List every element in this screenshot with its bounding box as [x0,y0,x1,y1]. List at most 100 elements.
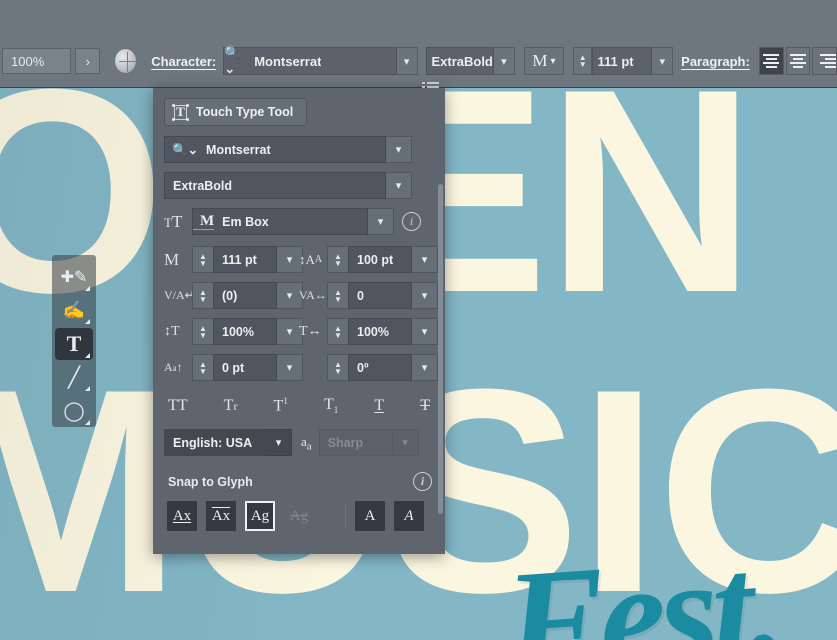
type-tool[interactable]: T [55,328,93,360]
character-panel-label[interactable]: Character: [151,54,216,69]
snap-italic-angle-button[interactable]: A [394,501,424,531]
snap-to-glyph-info-icon[interactable]: i [413,472,432,491]
pen-icon: ✍ [63,300,85,321]
vertical-scale-input[interactable]: 100% [213,318,277,345]
tracking-input[interactable]: 0 [348,282,412,309]
line-segment-tool[interactable]: ╱ [55,362,93,394]
strikethrough-button[interactable]: T [420,397,430,415]
baseline-shift-field[interactable]: ▲ ▼ 0 pt ▾ [192,354,303,381]
language-field[interactable]: English: USA ▾ [164,429,292,456]
vertical-scale-stepper[interactable]: ▲ ▼ [192,318,213,345]
baseline-shift-input[interactable]: 0 pt [213,354,277,381]
character-rotation-chevron-down-icon[interactable]: ▾ [412,354,438,381]
kerning-stepper[interactable]: ▲ ▼ [192,282,213,309]
align-right-button[interactable] [812,47,837,75]
character-rotation-field[interactable]: ▲ ▼ 0º ▾ [327,354,438,381]
leading-stepper[interactable]: ▲ ▼ [327,246,348,273]
snap-angle-button[interactable]: A [355,501,385,531]
zoom-level-field[interactable]: 100% [2,48,71,74]
em-box-field[interactable]: M Em Box ▾ [192,208,394,235]
toolbar-font-size-field[interactable]: 111 pt [592,47,652,75]
horizontal-scale-chevron-down-icon[interactable]: ▾ [412,318,438,345]
panel-font-family-field[interactable]: 🔍⌄ Montserrat ▾ [164,136,412,163]
tracking-field[interactable]: ▲ ▼ 0 ▾ [327,282,438,309]
add-anchor-point-tool[interactable]: ✚✎ [55,261,93,293]
font-size-chevron-down-icon[interactable]: ▾ [652,47,673,75]
horizontal-scale-input[interactable]: 100% [348,318,412,345]
align-left-button[interactable] [759,47,784,75]
toolbar-font-size-value: 111 pt [593,54,633,69]
kerning-group: V/A↵ ▲ ▼ (0) ▾ [164,282,299,309]
snap-x-height-button[interactable]: Ax [167,501,197,531]
kerning-tracking-row: V/A↵ ▲ ▼ (0) ▾ VA↔ ▲ ▼ 0 ▾ [164,282,434,309]
font-size-group: M ▲ ▼ 111 pt ▾ [164,246,299,273]
horizontal-scale-field[interactable]: ▲ ▼ 100% ▾ [327,318,438,345]
panel-font-style-input[interactable]: ExtraBold [164,172,386,199]
underline-button[interactable]: T [374,397,384,415]
ellipse-tool[interactable]: ◯ [55,395,93,427]
tracking-chevron-down-icon[interactable]: ▾ [412,282,438,309]
panel-font-family-input[interactable]: 🔍⌄ Montserrat [164,136,386,163]
font-style-chevron-down-icon[interactable]: ▾ [494,47,515,75]
language-chevron-down-icon[interactable]: ▾ [266,429,292,456]
kerning-field[interactable]: ▲ ▼ (0) ▾ [192,282,303,309]
language-value: English: USA [165,436,252,450]
em-box-chevron-down-icon[interactable]: ▾ [368,208,394,235]
panel-font-style-row: ExtraBold ▾ [164,172,434,199]
font-size-icon: M [164,250,192,270]
font-size-stepper[interactable]: ▲ ▼ [192,246,213,273]
small-caps-button[interactable]: Tr [224,397,238,415]
baseline-shift-group: Aa ↑ ▲ ▼ 0 pt ▾ [164,354,299,381]
font-size-stepper[interactable]: ▲ ▼ [573,47,592,75]
character-rotation-group: ␳ ▲ ▼ 0º ▾ [299,354,434,381]
tracking-icon: VA↔ [299,288,327,303]
em-box-info-icon[interactable]: i [402,212,421,231]
touch-type-tool-button[interactable]: T Touch Type Tool [164,98,307,126]
character-rotation-icon: ␳ [299,359,327,377]
search-icon: 🔍⌄ [165,142,198,158]
em-box-glyph-icon: M [193,214,214,230]
toolbar-font-family-field[interactable]: 🔍⌄ Montserrat [223,47,396,75]
vertical-scale-field[interactable]: ▲ ▼ 100% ▾ [192,318,303,345]
metrics-chevron-down-icon: ▾ [551,56,556,67]
superscript-button[interactable]: T1 [274,396,288,415]
next-artboard-button[interactable]: › [75,48,100,74]
language-antialias-row: English: USA ▾ aa Sharp ▾ [164,429,434,456]
toolbar-font-family-value: Montserrat [250,54,321,69]
all-caps-button[interactable]: TT [168,397,188,415]
pen-tool[interactable]: ✍ [55,295,93,327]
subscript-button[interactable]: T1 [324,396,338,415]
toolbar-metrics-button[interactable]: M ▾ [524,47,564,75]
snap-em-box-button[interactable]: Ag [245,501,275,531]
language-input[interactable]: English: USA [164,429,266,456]
character-rotation-input[interactable]: 0º [348,354,412,381]
baseline-shift-stepper[interactable]: ▲ ▼ [192,354,213,381]
character-rotation-stepper[interactable]: ▲ ▼ [327,354,348,381]
panel-font-family-value: Montserrat [198,143,271,157]
panel-font-style-chevron-down-icon[interactable]: ▾ [386,172,412,199]
leading-field[interactable]: ▲ ▼ 100 pt ▾ [327,246,438,273]
align-center-button[interactable] [786,47,811,75]
illustrator-window: OPEN MUSIC Fest. 100% › Character: 🔍⌄ Mo… [0,0,837,640]
tracking-stepper[interactable]: ▲ ▼ [327,282,348,309]
font-height-reference-icon: TT [164,212,192,232]
snap-cap-height-button[interactable]: Ax [206,501,236,531]
panel-font-style-field[interactable]: ExtraBold ▾ [164,172,412,199]
toolbar-upper-strip [0,0,837,38]
character-panel: T Touch Type Tool 🔍⌄ Montserrat ▾ ExtraB… [153,88,445,554]
kerning-input[interactable]: (0) [213,282,277,309]
font-size-input[interactable]: 111 pt [213,246,277,273]
horizontal-scale-stepper[interactable]: ▲ ▼ [327,318,348,345]
toolbar-font-style-field[interactable]: ExtraBold [426,47,493,75]
anti-aliasing-chevron-down-icon: ▾ [393,429,419,456]
globe-icon[interactable] [114,48,137,74]
font-size-field[interactable]: ▲ ▼ 111 pt ▾ [192,246,303,273]
em-box-input[interactable]: M Em Box [192,208,368,235]
leading-chevron-down-icon[interactable]: ▾ [412,246,438,273]
leading-input[interactable]: 100 pt [348,246,412,273]
panel-font-family-chevron-down-icon[interactable]: ▾ [386,136,412,163]
line-segment-icon: ╱ [68,365,80,390]
font-family-chevron-down-icon[interactable]: ▾ [397,47,418,75]
panel-scrollbar[interactable] [438,184,443,514]
paragraph-panel-label[interactable]: Paragraph: [681,54,750,69]
